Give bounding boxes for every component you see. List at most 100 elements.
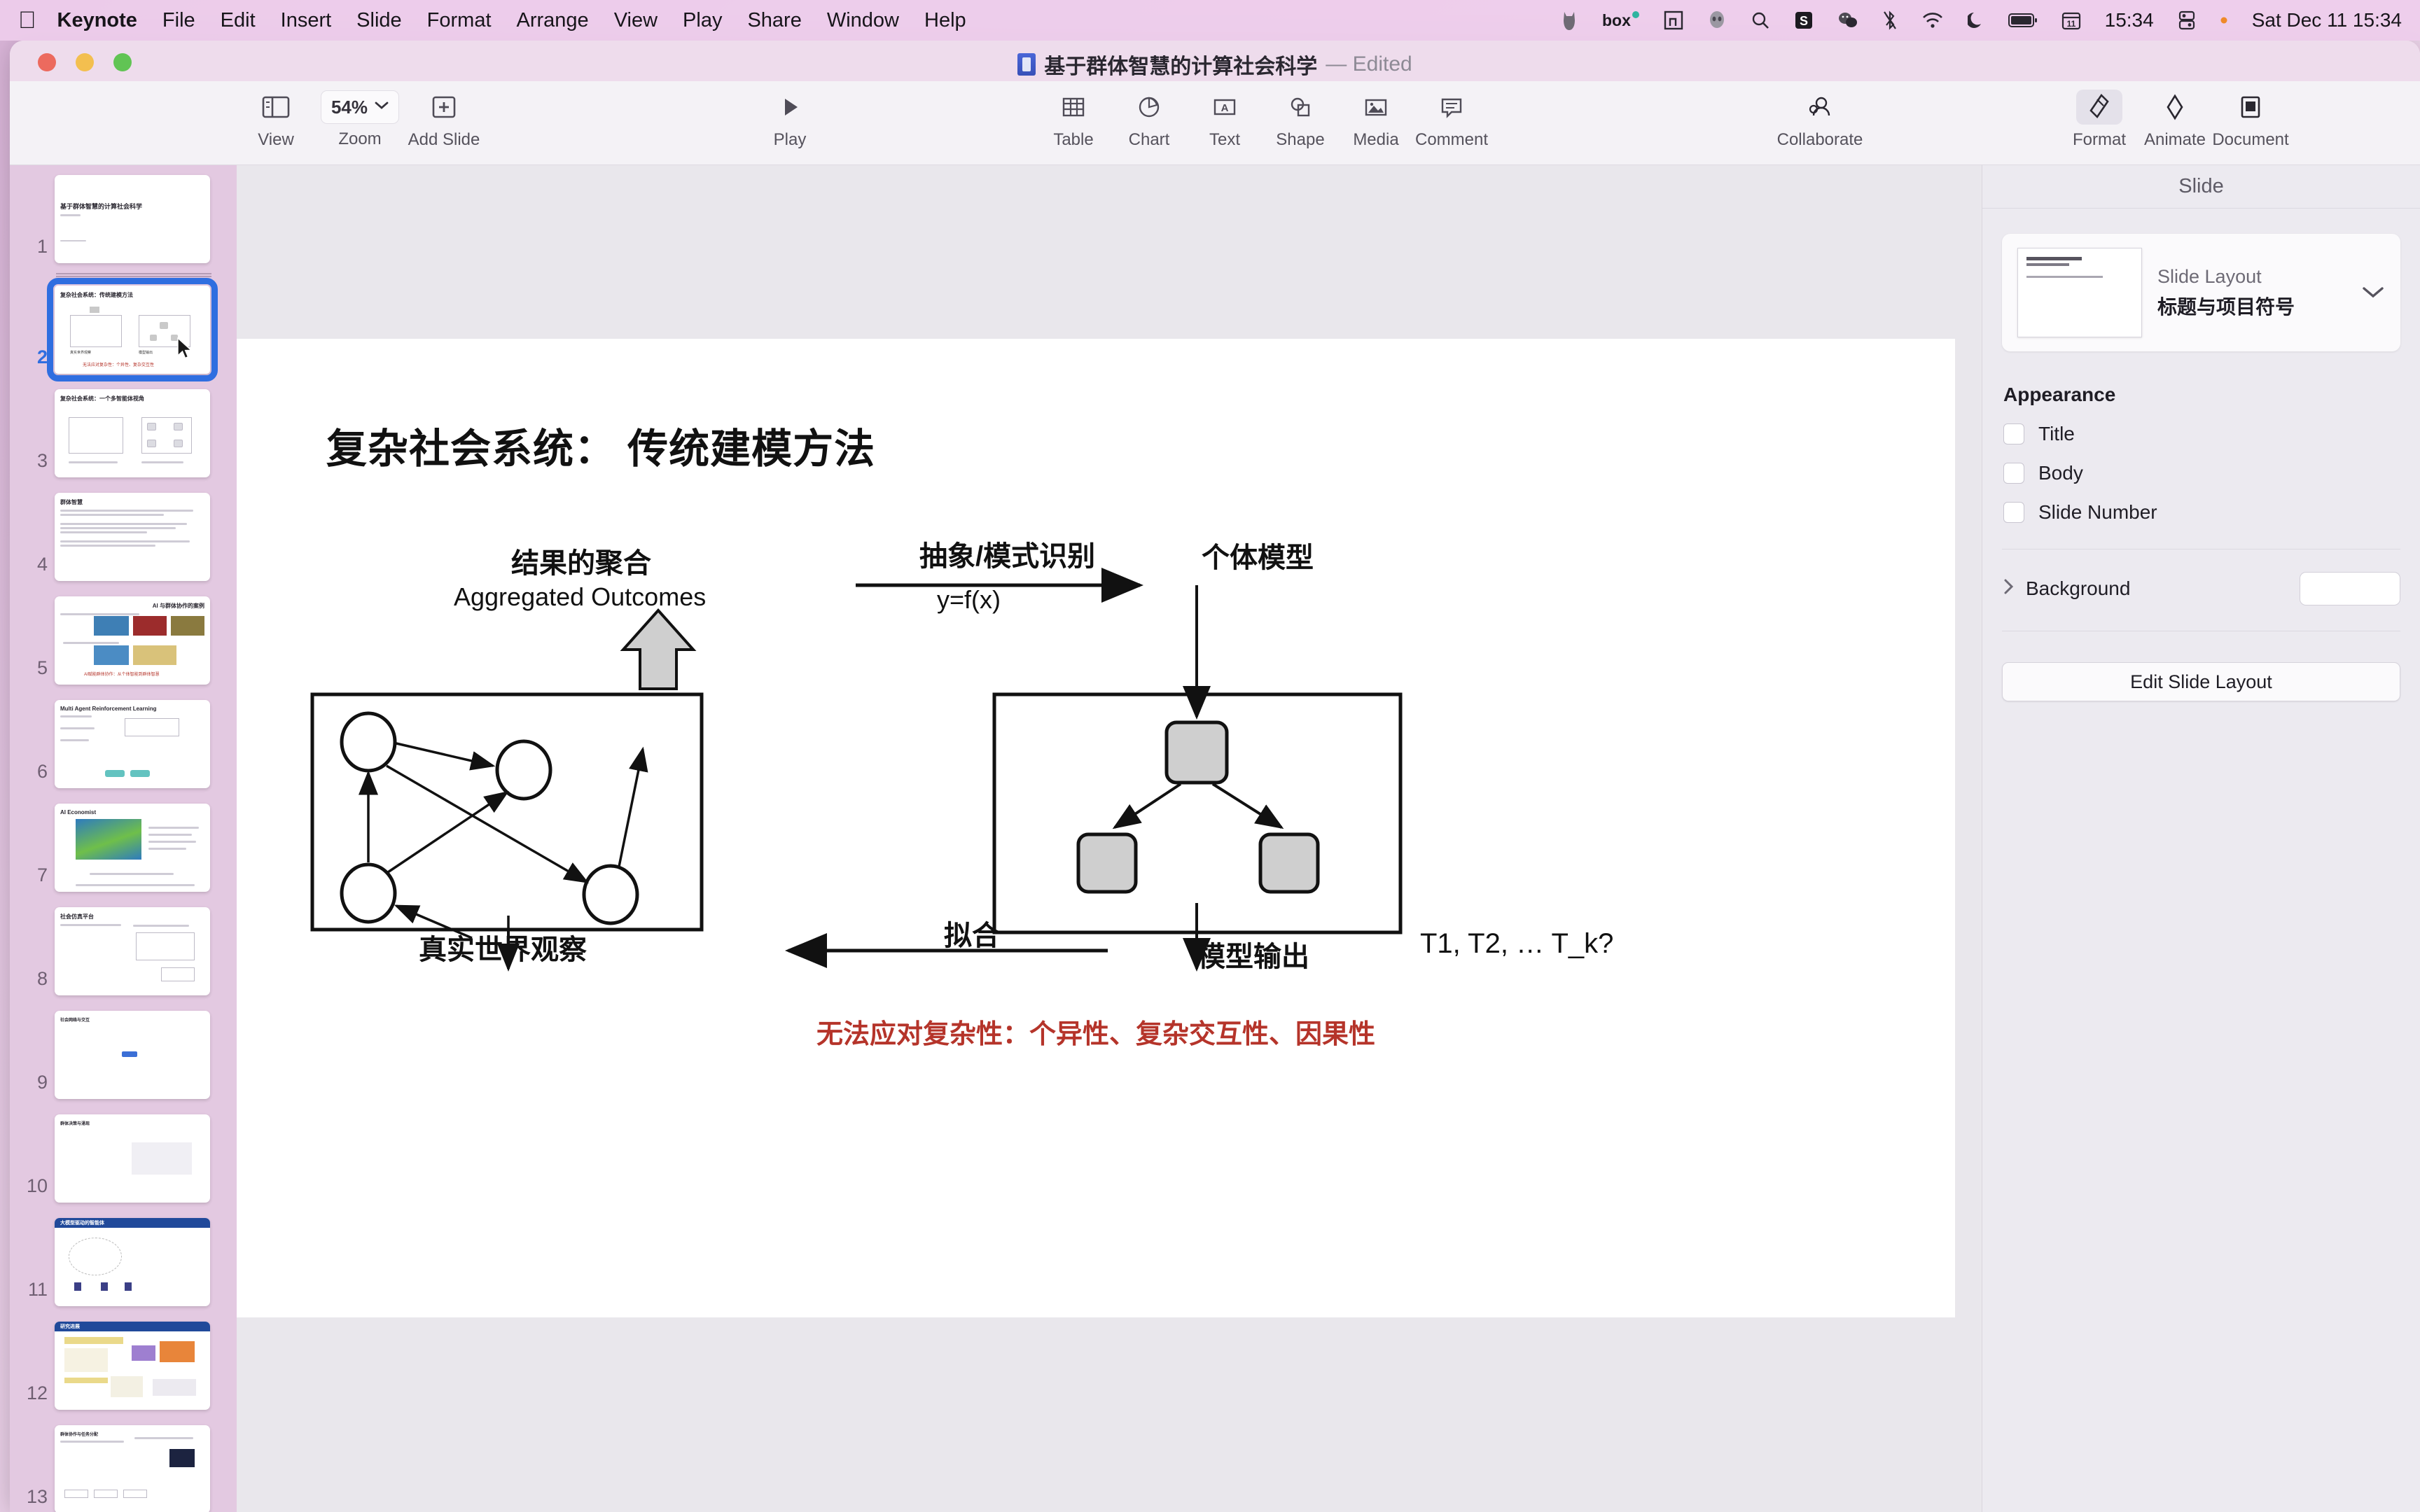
alien-icon[interactable] [1707, 10, 1727, 30]
collaborate-person-icon [1805, 90, 1835, 125]
thumb-title: 群体决策与涌现 [60, 1122, 90, 1126]
cat-icon[interactable] [1560, 9, 1578, 31]
format-button[interactable]: Format [2061, 90, 2137, 150]
list-item[interactable]: 2 复杂社会系统：传统建模方法 真实世界观察 模型输出 无法应对复杂性：个异性、… [10, 278, 237, 382]
mouse-cursor [177, 337, 193, 359]
format-brush-icon [2076, 90, 2122, 125]
wifi-icon[interactable] [1921, 11, 1944, 29]
bluetooth-off-icon[interactable] [1882, 10, 1898, 31]
menu-edit[interactable]: Edit [221, 9, 256, 32]
chevron-right-icon[interactable] [2002, 578, 2015, 601]
battery-icon[interactable] [2008, 12, 2038, 29]
sogou-icon[interactable]: S [1794, 10, 1814, 30]
list-item[interactable]: 7 AI Economist [10, 804, 237, 892]
shape-button[interactable]: Shape [1263, 90, 1338, 150]
list-item[interactable]: 12 研究进展 [10, 1322, 237, 1410]
list-item[interactable]: 9 社会网络与交互 [10, 1011, 237, 1099]
wechat-icon[interactable] [1837, 10, 1858, 30]
list-item[interactable]: 10 群体决策与涌现 [10, 1114, 237, 1203]
slide-number-checkbox[interactable] [2003, 502, 2024, 523]
collaborate-button[interactable]: Collaborate [1753, 90, 1886, 150]
slide-canvas-area[interactable]: 复杂社会系统： 传统建模方法 结果的聚合 Aggregated Outcomes… [237, 165, 1982, 1512]
add-slide-button[interactable]: Add Slide [406, 90, 482, 150]
zoom-popup-button[interactable]: 54% [320, 90, 400, 124]
slide-canvas[interactable]: 复杂社会系统： 传统建模方法 结果的聚合 Aggregated Outcomes… [237, 339, 1955, 1317]
slide-thumbnail[interactable]: 复杂社会系统：一个多智能体视角 [55, 389, 210, 477]
comment-button[interactable]: Comment [1414, 90, 1489, 150]
play-button[interactable]: Play [752, 90, 828, 150]
list-item[interactable]: 1 基于群体智慧的计算社会科学 [10, 175, 237, 263]
appearance-body-row[interactable]: Body [2003, 462, 2420, 484]
edit-slide-layout-button[interactable]: Edit Slide Layout [2002, 662, 2400, 701]
document-title[interactable]: 基于群体智慧的计算社会科学 [1044, 49, 1317, 80]
slide-layout-sublabel: Slide Layout [2157, 265, 2262, 287]
search-icon[interactable] [1751, 10, 1770, 30]
menu-help[interactable]: Help [924, 9, 966, 32]
slide-thumbnail[interactable]: 基于群体智慧的计算社会科学 [55, 175, 210, 263]
slide-number: 10 [26, 1175, 48, 1196]
menu-play[interactable]: Play [683, 9, 722, 32]
table-button[interactable]: Table [1036, 90, 1111, 150]
slide-thumbnail[interactable]: AI 与群体协作的案例 AI赋能群体协作：从个体智能到群体智慧 [55, 596, 210, 685]
list-item[interactable]: 8 社会仿真平台 [10, 907, 237, 995]
slide-layout-thumbnail [2017, 248, 2142, 337]
slide-thumbnail[interactable]: 群体智慧 [55, 493, 210, 581]
chart-pie-icon [1135, 90, 1163, 125]
menu-window[interactable]: Window [827, 9, 899, 32]
macos-menu-bar:  Keynote File Edit Insert Slide Format … [0, 0, 2420, 41]
text-button[interactable]: A Text [1187, 90, 1263, 150]
calendar-icon[interactable]: 11 [2061, 10, 2081, 30]
slide-thumbnail[interactable]: Multi Agent Reinforcement Learning [55, 700, 210, 788]
animate-button[interactable]: Animate [2137, 90, 2213, 150]
menu-insert[interactable]: Insert [281, 9, 332, 32]
menu-share[interactable]: Share [747, 9, 801, 32]
title-checkbox[interactable] [2003, 424, 2024, 444]
list-item[interactable]: 5 AI 与群体协作的案例 AI赋能群体协作：从个体智能到群体智慧 [10, 596, 237, 685]
list-item[interactable]: 11 大模型驱动的智能体 [10, 1218, 237, 1306]
list-item[interactable]: 13 群体协作与任务分配 [10, 1425, 237, 1512]
menubar-clock[interactable]: Sat Dec 11 15:34 [2252, 9, 2402, 31]
do-not-disturb-icon[interactable] [1967, 10, 1984, 30]
menu-slide[interactable]: Slide [356, 9, 402, 32]
menu-view[interactable]: View [614, 9, 658, 32]
thumb-title: 群体智慧 [60, 499, 83, 505]
format-inspector-panel[interactable]: Slide Slide Layout 标题与项目符号 Appearance Ti… [1982, 165, 2420, 1512]
slide-thumbnail[interactable]: 群体决策与涌现 [55, 1114, 210, 1203]
apple-logo-icon[interactable]:  [18, 8, 36, 32]
document-button[interactable]: Document [2212, 90, 2289, 150]
slide-thumbnail[interactable]: 群体协作与任务分配 [55, 1425, 210, 1512]
control-center-icon[interactable] [2178, 10, 2196, 30]
slide-thumbnail[interactable]: 社会网络与交互 [55, 1011, 210, 1099]
background-color-swatch[interactable] [2300, 572, 2400, 606]
media-button[interactable]: Media [1338, 90, 1414, 150]
menu-arrange[interactable]: Arrange [517, 9, 589, 32]
slide-thumbnail[interactable]: 大模型驱动的智能体 [55, 1218, 210, 1306]
zoom-control[interactable]: 54% Zoom [314, 90, 406, 149]
media-image-icon [1362, 90, 1390, 125]
chart-button[interactable]: Chart [1111, 90, 1187, 150]
box-logo-icon[interactable]: box [1602, 10, 1640, 30]
list-item[interactable]: 4 群体智慧 [10, 493, 237, 581]
list-item[interactable]: 6 Multi Agent Reinforcement Learning [10, 700, 237, 788]
background-row[interactable]: Background [2002, 572, 2400, 606]
view-button[interactable]: View [238, 90, 314, 150]
menu-keynote[interactable]: Keynote [57, 9, 137, 32]
menu-format[interactable]: Format [427, 9, 492, 32]
body-checkbox[interactable] [2003, 463, 2024, 484]
slide-thumbnail[interactable]: AI Economist [55, 804, 210, 892]
slide-thumbnail[interactable]: 社会仿真平台 [55, 907, 210, 995]
appearance-title-row[interactable]: Title [2003, 423, 2420, 445]
slide-navigator[interactable]: 1 基于群体智慧的计算社会科学 2 复杂社会系统：传统建模方法 真实世界观察 模… [10, 165, 237, 1512]
menu-file[interactable]: File [162, 9, 195, 32]
svg-text:box: box [1602, 11, 1631, 29]
slide-layout-name: 标题与项目符号 [2157, 295, 2295, 318]
thumb-title: AI 与群体协作的案例 [152, 603, 204, 609]
screenshot-icon[interactable] [1664, 10, 1683, 30]
list-item[interactable]: 3 复杂社会系统：一个多智能体视角 [10, 389, 237, 477]
chevron-down-icon[interactable] [2361, 281, 2385, 304]
window-body: 1 基于群体智慧的计算社会科学 2 复杂社会系统：传统建模方法 真实世界观察 模… [10, 165, 2420, 1512]
slide-thumbnail[interactable]: 研究进展 [55, 1322, 210, 1410]
slide-layout-card[interactable]: Slide Layout 标题与项目符号 [2002, 234, 2400, 351]
appearance-slide-number-row[interactable]: Slide Number [2003, 501, 2420, 524]
document-title-group[interactable]: 基于群体智慧的计算社会科学 — Edited [10, 49, 2420, 80]
